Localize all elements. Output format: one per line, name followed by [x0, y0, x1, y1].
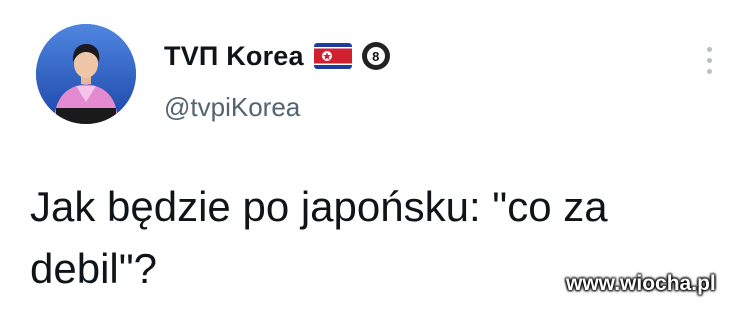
tweet-card: ТVП Korea 8 @tvpiKorea Jak będzie po jap…: [0, 0, 750, 310]
eight-ball-icon: 8: [361, 42, 390, 70]
account-handle[interactable]: @tvpiKorea: [164, 92, 300, 123]
display-name[interactable]: ТVП Korea: [164, 41, 304, 72]
account-name-row: ТVП Korea 8: [164, 36, 390, 76]
site-watermark: www.wiocha.pl: [566, 272, 716, 295]
profile-avatar[interactable]: [36, 24, 136, 124]
north-korea-flag-icon: [313, 43, 352, 69]
more-options-icon[interactable]: [698, 40, 720, 80]
news-anchor-avatar-image: [36, 24, 136, 124]
eight-ball-number: 8: [366, 47, 385, 65]
